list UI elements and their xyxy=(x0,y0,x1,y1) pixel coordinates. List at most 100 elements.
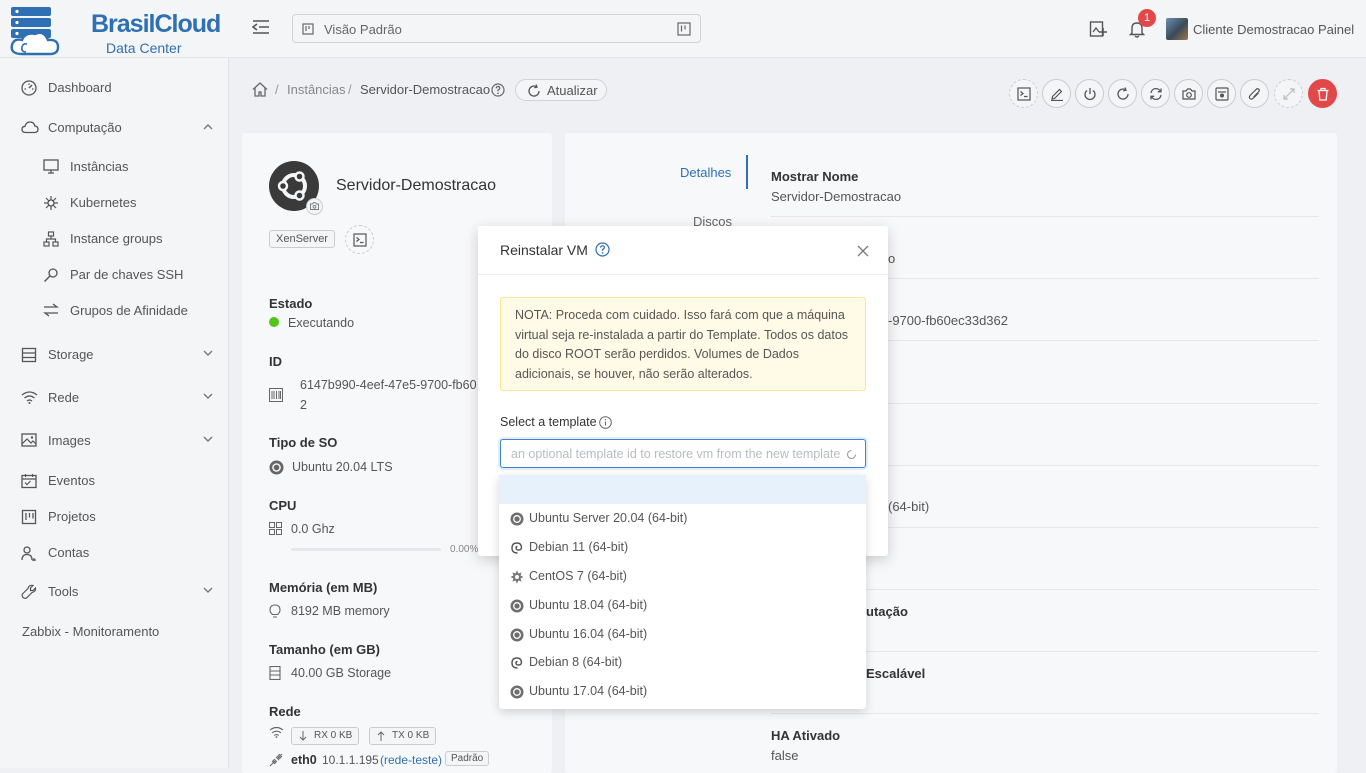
chevron-down-icon xyxy=(203,436,213,443)
sidebar-item-kubernetes[interactable]: Kubernetes xyxy=(0,186,229,220)
sidebar-item-storage[interactable]: Storage xyxy=(0,338,229,372)
dropdown-option[interactable]: CentOS 7 (64-bit) xyxy=(499,562,866,591)
tab-detalhes[interactable]: Detalhes xyxy=(680,165,731,180)
arrows-alt-icon xyxy=(1283,88,1295,100)
sync-icon xyxy=(1150,87,1162,101)
question-circle-icon[interactable] xyxy=(595,242,610,257)
appstore-icon xyxy=(269,522,282,535)
sidebar-item-computacao[interactable]: Computação xyxy=(0,111,229,145)
reinstall-button[interactable] xyxy=(1141,79,1170,108)
dropdown-option[interactable]: Ubuntu 18.04 (64-bit) xyxy=(499,591,866,620)
scale-button[interactable] xyxy=(1274,79,1303,108)
cpu-label: CPU xyxy=(269,498,297,513)
refresh-button[interactable]: Atualizar xyxy=(515,79,607,101)
sidebar-item-label: Dashboard xyxy=(48,80,112,95)
info-circle-icon[interactable] xyxy=(599,416,612,429)
home-icon[interactable] xyxy=(252,82,268,97)
console-button[interactable] xyxy=(1009,79,1038,108)
user-name[interactable]: Cliente Demostracao Painel xyxy=(1193,22,1354,37)
sidebar-item-label: Instance groups xyxy=(70,231,163,246)
memory-label: Memória (em MB) xyxy=(269,580,378,595)
camera-box-icon xyxy=(1215,87,1229,101)
nic-network-link[interactable]: (rede-teste) xyxy=(380,753,442,767)
sidebar-item-affinity-groups[interactable]: Grupos de Afinidade xyxy=(0,294,229,328)
dropdown-option[interactable]: Ubuntu 16.04 (64-bit) xyxy=(499,620,866,649)
notification-badge: 1 xyxy=(1138,9,1156,27)
sidebar-item-projetos[interactable]: Projetos xyxy=(0,500,229,534)
sidebar-item-instance-groups[interactable]: Instance groups xyxy=(0,222,229,256)
top-bar: BrasilCloud Data Center Virtual Visão Pa… xyxy=(0,0,1366,72)
sidebar-item-eventos[interactable]: Eventos xyxy=(0,464,229,498)
api-icon xyxy=(269,753,283,767)
template-placeholder: an optional template id to restore vm fr… xyxy=(511,447,841,461)
sidebar-item-label: Contas xyxy=(48,545,90,560)
snapshot-button[interactable] xyxy=(1174,79,1203,108)
chevron-down-icon xyxy=(203,350,213,357)
sidebar-item-rede[interactable]: Rede xyxy=(0,381,229,415)
avatar[interactable] xyxy=(1166,18,1188,40)
dropdown-option[interactable]: Debian 8 (64-bit) xyxy=(499,648,866,677)
sidebar-item-zabbix[interactable]: Zabbix - Monitoramento xyxy=(0,615,229,649)
ubuntu-icon xyxy=(510,599,524,613)
barcode-icon xyxy=(269,388,283,402)
wifi-icon xyxy=(269,726,284,738)
sidebar-item-contas[interactable]: Contas xyxy=(0,536,229,570)
breadcrumb-instancias[interactable]: Instâncias xyxy=(287,82,346,97)
sidebar-item-instancias[interactable]: Instâncias xyxy=(0,150,229,184)
power-button[interactable] xyxy=(1075,79,1104,108)
paperclip-icon xyxy=(1248,88,1260,100)
add-resource-icon[interactable] xyxy=(1089,20,1107,38)
sidebar-item-images[interactable]: Images xyxy=(0,424,229,458)
reboot-button[interactable] xyxy=(1108,79,1137,108)
breadcrumb-separator: / xyxy=(348,82,352,97)
ubuntu-icon xyxy=(510,628,524,642)
dropdown-option-empty[interactable] xyxy=(499,475,866,504)
warning-alert: NOTA: Proceda com cuidado. Isso fará com… xyxy=(500,297,866,391)
sidebar-item-label: Projetos xyxy=(48,509,96,524)
dropdown-option[interactable]: Debian 11 (64-bit) xyxy=(499,533,866,562)
modal-divider xyxy=(478,274,888,275)
sidebar-item-label: Rede xyxy=(48,390,80,405)
console-button[interactable] xyxy=(345,225,374,254)
view-select[interactable]: Visão Padrão xyxy=(292,14,701,43)
loading-icon xyxy=(846,449,857,460)
modal-title: Reinstalar VM xyxy=(500,242,588,258)
cpu-percent: 0.00% xyxy=(450,544,479,555)
sidebar-item-tools[interactable]: Tools xyxy=(0,575,229,609)
cloud-server-logo-icon xyxy=(10,7,60,56)
template-label: Select a template xyxy=(500,415,597,429)
sidebar-item-dashboard[interactable]: Dashboard xyxy=(0,71,229,105)
rede-label: Rede xyxy=(269,704,301,719)
attach-iso-button[interactable] xyxy=(1240,79,1269,108)
menu-fold-icon[interactable] xyxy=(252,19,270,35)
template-select-input[interactable]: an optional template id to restore vm fr… xyxy=(500,439,866,468)
cluster-icon xyxy=(43,231,59,247)
disk-size-label: Tamanho (em GB) xyxy=(269,642,380,657)
nic-ip: 10.1.1.195 xyxy=(322,753,379,767)
nic-default-tag: Padrão xyxy=(445,751,490,766)
sidebar-item-ssh-keys[interactable]: Par de chaves SSH xyxy=(0,258,229,292)
memory-value: 8192 MB memory xyxy=(291,604,390,618)
id-value-line2: 2 xyxy=(300,398,307,412)
partial-name-value: o xyxy=(888,251,896,266)
swap-icon xyxy=(43,303,59,317)
refresh-label: Atualizar xyxy=(547,83,598,98)
view-select-value: Visão Padrão xyxy=(324,22,402,37)
brand-logo[interactable]: BrasilCloud Data Center Virtual xyxy=(8,6,223,72)
backup-button[interactable] xyxy=(1207,79,1236,108)
partial-scalable-label: Escalável xyxy=(866,666,926,681)
delete-icon xyxy=(1317,87,1329,101)
dropdown-option[interactable]: Ubuntu Server 20.04 (64-bit) xyxy=(499,504,866,533)
delete-button[interactable] xyxy=(1308,79,1337,108)
close-icon[interactable] xyxy=(857,245,869,257)
option-label: Debian 11 (64-bit) xyxy=(529,540,629,554)
camera-icon[interactable] xyxy=(306,198,323,215)
brand-name: BrasilCloud xyxy=(91,10,221,38)
option-label: CentOS 7 (64-bit) xyxy=(529,569,627,583)
edit-button[interactable] xyxy=(1042,79,1071,108)
question-circle-icon[interactable] xyxy=(491,83,505,97)
rx-value: RX 0 KB xyxy=(314,730,353,741)
active-tab-indicator xyxy=(746,155,748,189)
dropdown-option[interactable]: Ubuntu 17.04 (64-bit) xyxy=(499,677,866,706)
storage-icon xyxy=(21,347,37,363)
